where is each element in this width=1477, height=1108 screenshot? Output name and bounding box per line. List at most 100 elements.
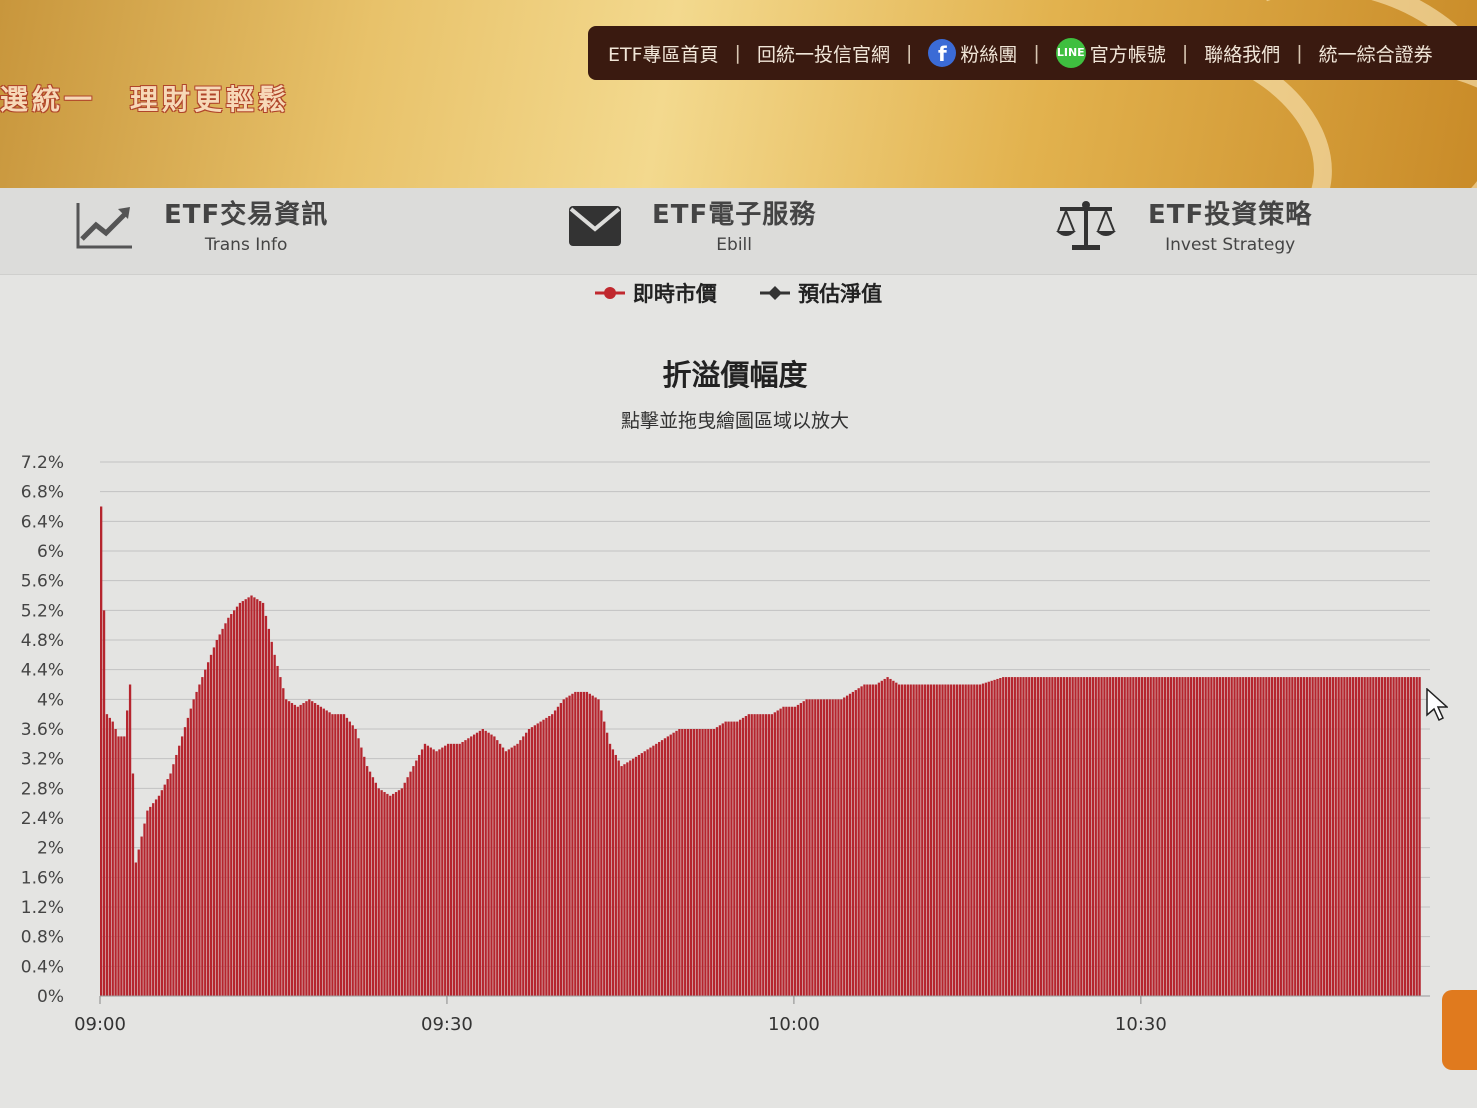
bar[interactable] [611,749,615,996]
bar[interactable] [1146,677,1149,996]
bar[interactable] [970,684,973,997]
service-invest-strategy[interactable]: ETF投資策略 Invest Strategy [1054,194,1312,255]
bar[interactable] [895,682,898,996]
bar[interactable] [1042,677,1045,996]
bar[interactable] [383,792,386,996]
bar[interactable] [458,743,461,996]
bar[interactable] [392,793,395,996]
bar[interactable] [721,723,724,996]
bar[interactable] [782,706,785,996]
bar[interactable] [1004,677,1008,996]
bar[interactable] [1354,677,1358,996]
bar[interactable] [981,683,985,996]
bar[interactable] [1201,677,1204,996]
bar[interactable] [287,701,291,996]
bar[interactable] [776,710,779,996]
bar[interactable] [328,712,331,996]
bar[interactable] [1320,677,1323,996]
bar[interactable] [351,725,354,996]
bar[interactable] [837,699,840,996]
bar[interactable] [1291,677,1294,996]
bar[interactable] [1239,677,1242,996]
bar[interactable] [629,760,632,996]
bar[interactable] [261,602,265,996]
bar[interactable] [1398,677,1401,996]
bar[interactable] [1111,677,1115,996]
bar[interactable] [1351,677,1355,996]
bar[interactable] [183,727,187,996]
bar[interactable] [389,795,392,996]
bar[interactable] [579,691,583,996]
bar[interactable] [111,721,114,996]
bar[interactable] [397,790,401,996]
bar[interactable] [912,684,915,997]
bar[interactable] [1233,677,1236,996]
bar[interactable] [548,716,551,996]
bar[interactable] [1120,677,1123,996]
bar[interactable] [1250,677,1254,996]
bar[interactable] [1343,677,1346,996]
bar[interactable] [1204,677,1207,996]
bar[interactable] [950,684,953,997]
nav-fanpage[interactable]: f 粉絲團 [928,39,1017,67]
bar[interactable] [368,771,372,996]
bar[interactable] [1036,677,1040,996]
bar[interactable] [779,708,782,996]
bar[interactable] [316,704,320,996]
bar[interactable] [409,771,412,996]
legend-estimated-nav[interactable]: 預估淨值 [760,278,882,308]
bar[interactable] [556,706,560,996]
bar[interactable] [822,699,826,996]
bar[interactable] [224,623,227,996]
bar[interactable] [1221,677,1225,996]
bar[interactable] [149,806,152,996]
bar[interactable] [250,595,253,997]
bar[interactable] [386,793,389,996]
bar[interactable] [322,708,325,996]
legend-market-price[interactable]: 即時市價 [594,278,717,308]
bar[interactable] [426,745,430,996]
bar[interactable] [952,684,956,997]
bar[interactable] [137,849,140,996]
bar[interactable] [623,764,626,996]
bar[interactable] [646,749,649,996]
nav-contact[interactable]: 聯絡我們 [1204,40,1280,67]
bar[interactable] [146,810,149,996]
bar[interactable] [276,665,279,996]
bar[interactable] [926,684,930,997]
bar[interactable] [1172,677,1175,996]
bar[interactable] [478,730,482,996]
bar[interactable] [1375,677,1378,996]
bar[interactable] [348,721,351,996]
bar[interactable] [1135,677,1138,996]
bar[interactable] [892,680,895,996]
bar[interactable] [114,729,117,996]
bar[interactable] [1054,677,1057,996]
bar[interactable] [1340,677,1343,996]
bar[interactable] [1403,677,1407,996]
bar[interactable] [594,697,597,996]
bar[interactable] [990,680,993,996]
bar[interactable] [244,599,247,996]
bar[interactable] [973,684,976,997]
bar[interactable] [452,743,456,996]
bar[interactable] [843,697,846,996]
bar[interactable] [1152,677,1155,996]
bar[interactable] [1031,677,1034,996]
bar[interactable] [1106,677,1109,996]
bar[interactable] [1109,677,1112,996]
bar[interactable] [1123,677,1126,996]
bar[interactable] [695,729,698,996]
bar[interactable] [412,766,415,996]
bar[interactable] [1401,677,1404,996]
bar[interactable] [600,710,603,996]
bar[interactable] [559,703,563,996]
nav-etf-home[interactable]: ETF專區首頁 [608,40,719,67]
bar[interactable] [325,710,328,996]
bar[interactable] [978,684,982,997]
bar[interactable] [293,704,297,996]
bar[interactable] [1418,677,1421,996]
bar[interactable] [577,691,580,996]
bar[interactable] [929,684,933,997]
bar[interactable] [967,684,970,997]
